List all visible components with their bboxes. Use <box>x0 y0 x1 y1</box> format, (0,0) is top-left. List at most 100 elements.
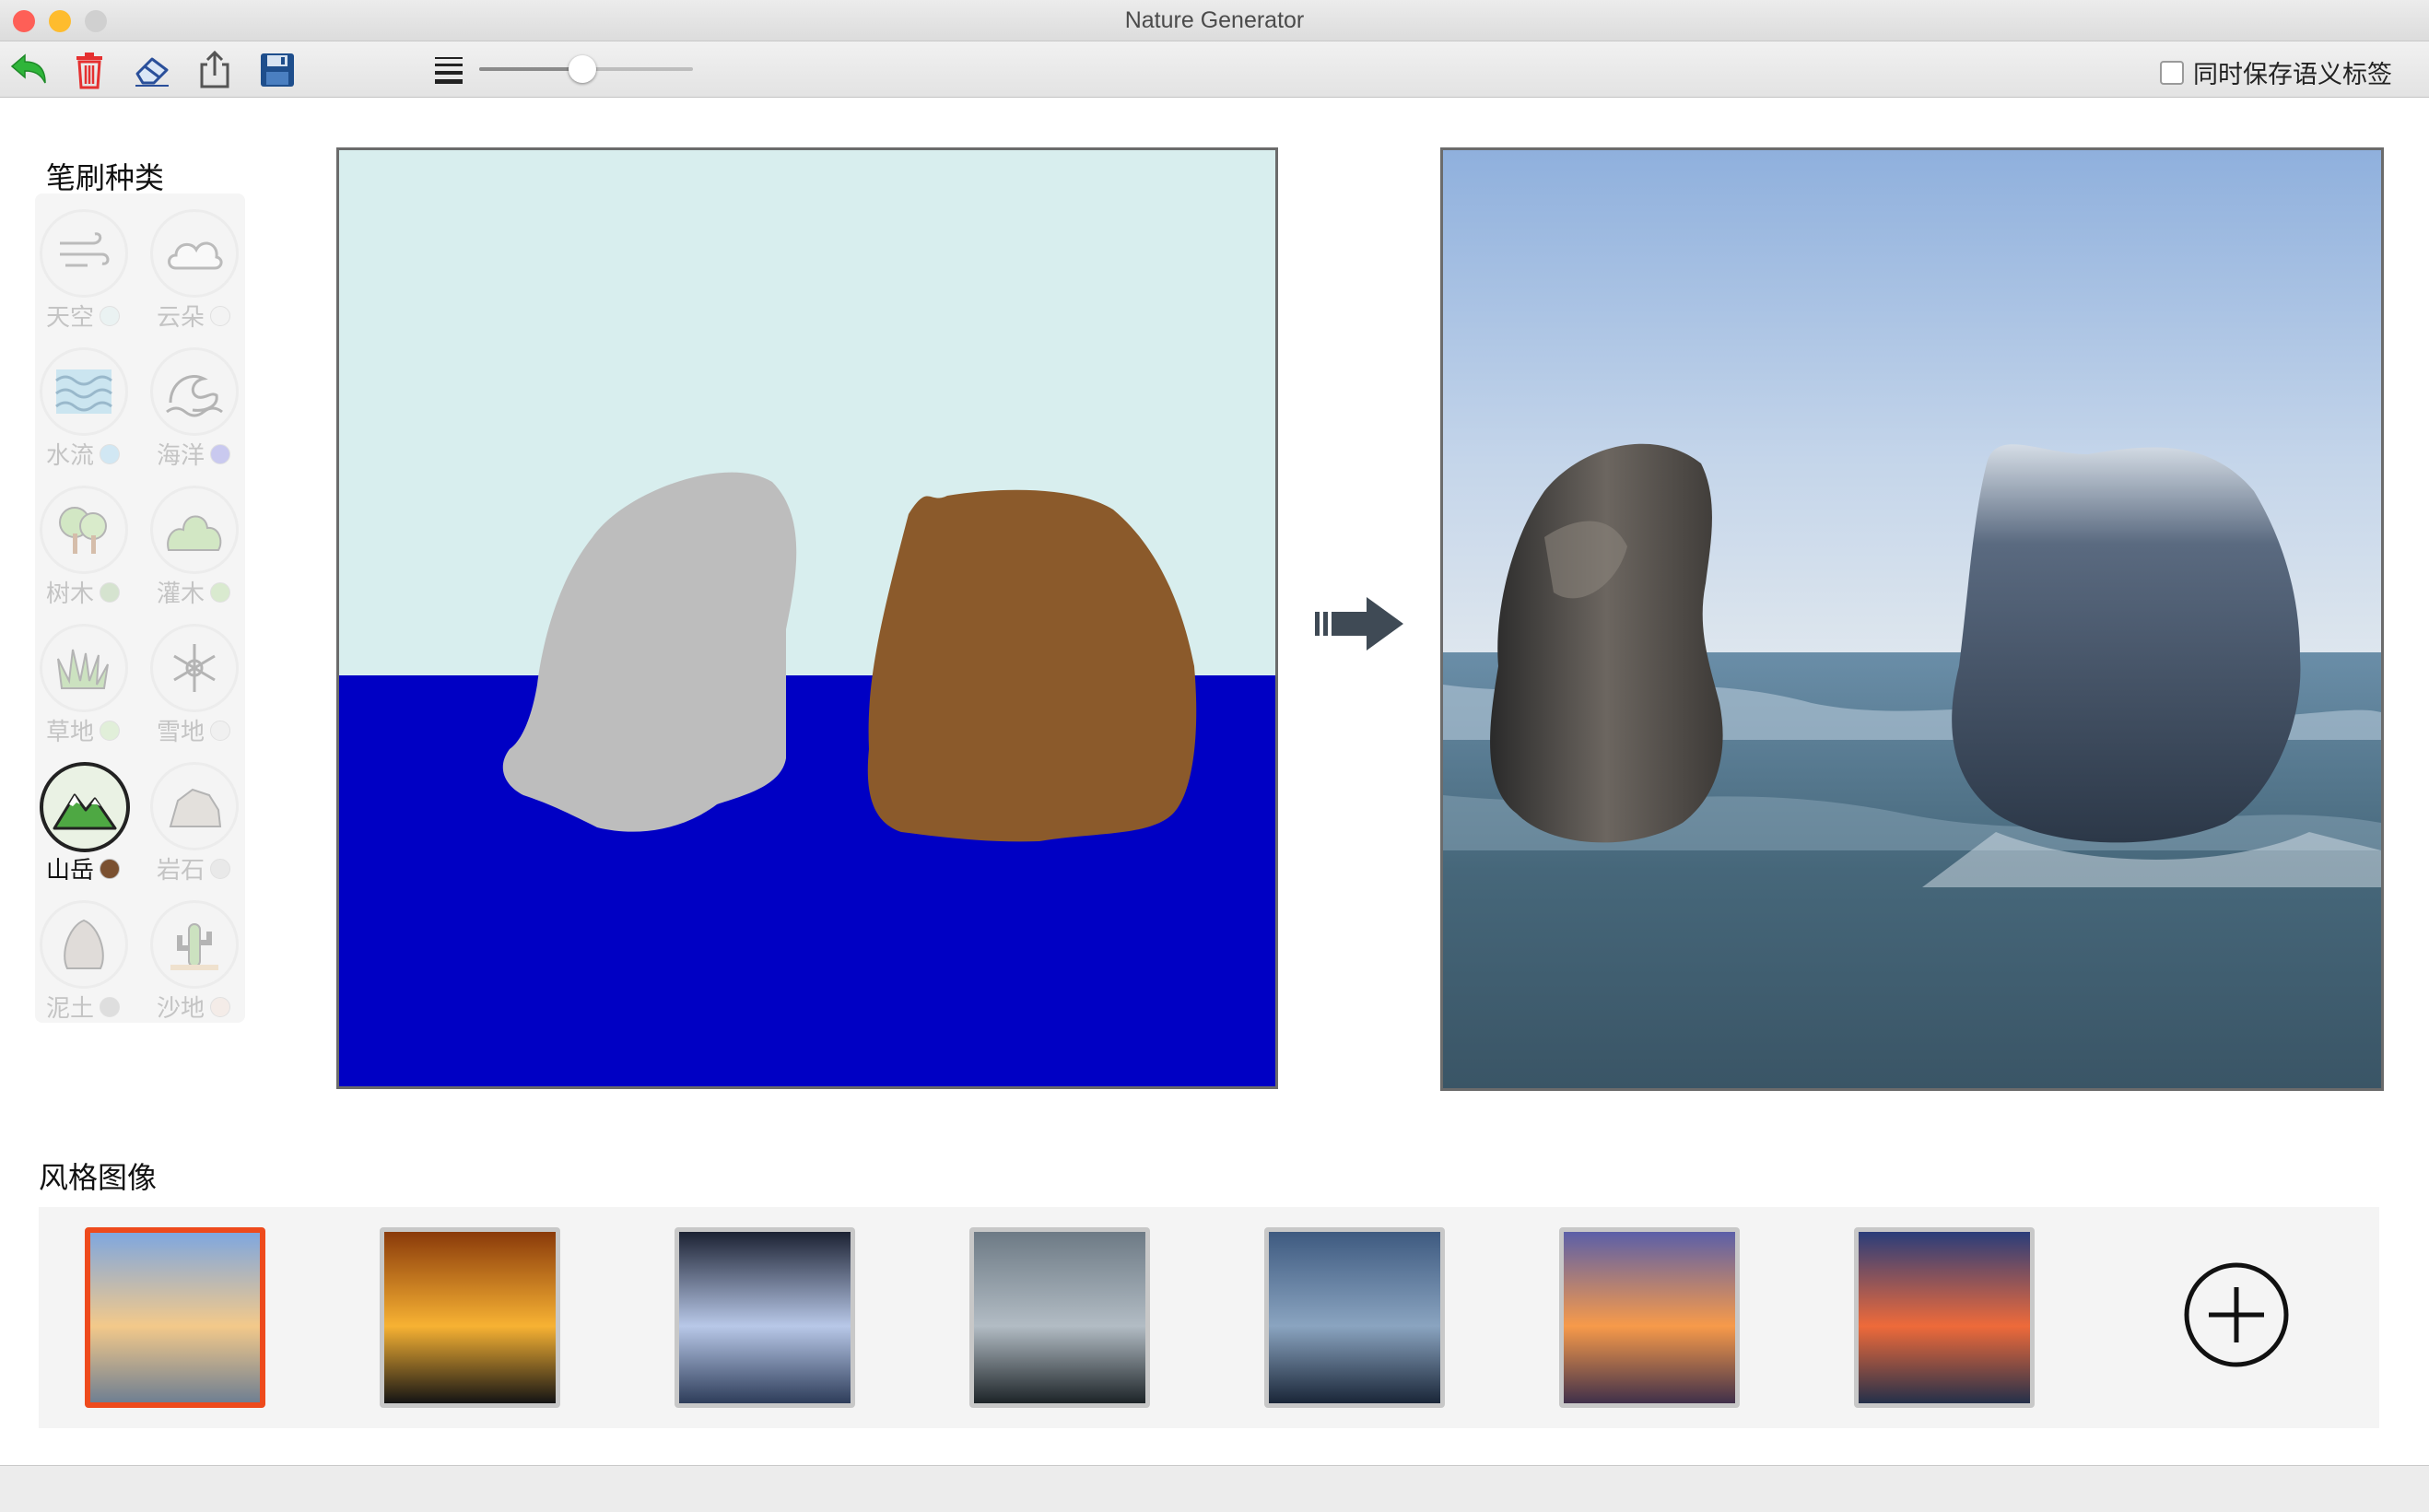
brush-label: 海洋 <box>157 437 231 471</box>
brush-label: 雪地 <box>157 713 231 747</box>
brush-label: 天空 <box>46 299 121 333</box>
brush-color-swatch <box>100 996 121 1017</box>
brush-color-swatch <box>210 443 231 464</box>
undo-button[interactable] <box>7 49 50 91</box>
brush-grass[interactable]: 草地 <box>37 621 138 750</box>
brush-color-swatch <box>100 305 121 326</box>
brush-size-slider[interactable] <box>479 54 693 84</box>
semantic-drawing-canvas[interactable] <box>336 147 1278 1089</box>
brush-label-text: 水流 <box>46 442 95 470</box>
brush-bush[interactable]: 灌木 <box>147 483 249 612</box>
share-icon <box>200 50 229 88</box>
brush-color-swatch <box>210 996 231 1017</box>
brush-cactus[interactable]: 沙地 <box>147 897 249 1026</box>
brush-label: 云朵 <box>157 299 231 333</box>
wave-icon <box>150 347 239 436</box>
brush-panel: 天空 云朵水流 海洋树木 灌木草地 雪地山岳 岩石泥土 沙地 <box>35 193 245 1023</box>
undo-icon <box>10 53 46 84</box>
generated-landscape <box>1443 150 2381 1088</box>
brush-wind[interactable]: 天空 <box>37 206 138 335</box>
brush-tree[interactable]: 树木 <box>37 483 138 612</box>
wind-icon <box>40 209 128 298</box>
style-thumbnail[interactable] <box>85 1227 265 1408</box>
status-bar <box>0 1465 2429 1512</box>
brush-label-text: 山岳 <box>46 857 95 885</box>
style-image-strip <box>39 1207 2379 1428</box>
style-thumbnail[interactable] <box>380 1227 560 1408</box>
eraser-icon <box>135 57 169 87</box>
add-style-button[interactable] <box>2184 1262 2289 1367</box>
brush-dirt[interactable]: 泥土 <box>37 897 138 1026</box>
bush-icon <box>150 486 239 574</box>
brush-panel-title: 笔刷种类 <box>46 160 165 195</box>
brush-size-icon <box>435 57 463 84</box>
brush-label: 泥土 <box>46 990 121 1024</box>
brush-label-text: 天空 <box>46 304 95 332</box>
semantic-map <box>339 150 1275 1086</box>
style-panel-title: 风格图像 <box>39 1160 158 1195</box>
dirt-icon <box>40 900 128 989</box>
brush-label: 沙地 <box>157 990 231 1024</box>
brush-label: 灌木 <box>157 575 231 609</box>
generate-button[interactable] <box>1313 593 1405 656</box>
brush-label-text: 沙地 <box>157 995 205 1023</box>
brush-mountain[interactable]: 山岳 <box>37 759 138 888</box>
rock-icon <box>150 762 239 850</box>
window-title: Nature Generator <box>1124 7 1305 33</box>
eraser-button[interactable] <box>131 49 173 91</box>
style-thumbnail[interactable] <box>1264 1227 1445 1408</box>
brush-label: 岩石 <box>157 851 231 885</box>
brush-snowflake[interactable]: 雪地 <box>147 621 249 750</box>
brush-label-text: 灌木 <box>157 580 205 608</box>
cactus-icon <box>150 900 239 989</box>
brush-color-swatch <box>100 858 121 879</box>
brush-size-indicator <box>428 49 470 91</box>
style-thumbnail[interactable] <box>1854 1227 2035 1408</box>
brush-label-text: 雪地 <box>157 719 205 746</box>
save-semantic-label-checkbox[interactable] <box>2160 60 2184 85</box>
title-bar: Nature Generator <box>0 0 2429 41</box>
slider-thumb[interactable] <box>568 55 596 83</box>
run-arrow-icon <box>1315 597 1403 651</box>
generated-image <box>1440 147 2384 1091</box>
save-semantic-label-text: 同时保存语义标签 <box>2193 61 2392 89</box>
save-icon <box>261 53 294 87</box>
brush-label-text: 树木 <box>46 580 95 608</box>
style-thumbnail[interactable] <box>1559 1227 1740 1408</box>
trash-icon <box>76 53 102 89</box>
brush-label: 草地 <box>46 713 121 747</box>
brush-label-text: 草地 <box>46 719 95 746</box>
brush-label: 树木 <box>46 575 121 609</box>
brush-color-swatch <box>210 720 231 741</box>
brush-water[interactable]: 水流 <box>37 345 138 474</box>
tree-icon <box>40 486 128 574</box>
plus-circle-icon <box>2184 1262 2289 1367</box>
delete-button[interactable] <box>68 49 111 91</box>
save-semantic-label-option[interactable]: 同时保存语义标签 <box>2160 54 2392 90</box>
toolbar: 同时保存语义标签 <box>0 41 2429 98</box>
brush-color-swatch <box>100 720 121 741</box>
brush-color-swatch <box>100 443 121 464</box>
brush-color-swatch <box>210 858 231 879</box>
save-button[interactable] <box>256 49 299 91</box>
cloud-icon <box>150 209 239 298</box>
style-thumbnail[interactable] <box>969 1227 1150 1408</box>
style-thumbnail[interactable] <box>675 1227 855 1408</box>
water-icon <box>40 347 128 436</box>
slider-fill <box>479 67 582 71</box>
brush-label-text: 海洋 <box>157 442 205 470</box>
brush-rock[interactable]: 岩石 <box>147 759 249 888</box>
brush-label-text: 泥土 <box>46 995 95 1023</box>
brush-label: 水流 <box>46 437 121 471</box>
brush-label-text: 岩石 <box>157 857 205 885</box>
grass-icon <box>40 624 128 712</box>
brush-cloud[interactable]: 云朵 <box>147 206 249 335</box>
export-button[interactable] <box>194 49 236 91</box>
brush-wave[interactable]: 海洋 <box>147 345 249 474</box>
brush-color-swatch <box>100 581 121 603</box>
brush-label: 山岳 <box>46 851 121 885</box>
brush-label-text: 云朵 <box>157 304 205 332</box>
snowflake-icon <box>150 624 239 712</box>
mountain-icon <box>40 762 130 852</box>
brush-color-swatch <box>210 581 231 603</box>
